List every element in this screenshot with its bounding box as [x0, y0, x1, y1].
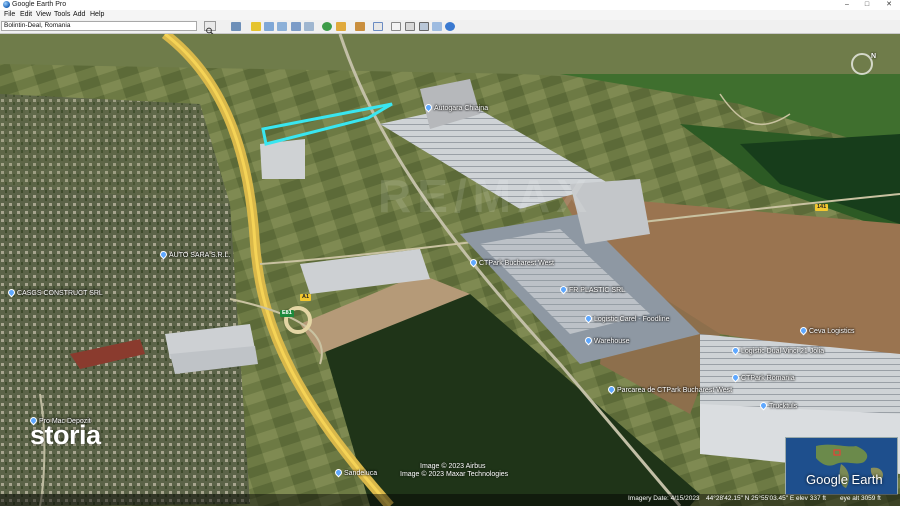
- map-label[interactable]: AUTO SARA S.R.L.: [158, 249, 230, 260]
- toolbar: [0, 20, 900, 35]
- place-pin-icon: [583, 313, 594, 324]
- map-label[interactable]: CTPark Romania: [730, 372, 795, 383]
- placemark-icon[interactable]: [251, 22, 261, 31]
- minimize-button[interactable]: –: [836, 0, 858, 10]
- map-label[interactable]: Logistic Dual Vinci 21 Jolia: [730, 345, 824, 356]
- place-pin-icon: [423, 102, 434, 113]
- road-shield-e81: E81: [280, 310, 294, 317]
- road-shield-a1: A1: [300, 294, 312, 301]
- map-view[interactable]: RE/MAX AUTO SARA S.R.L. CASGS CONSTRUCT …: [0, 34, 900, 506]
- place-pin-icon: [730, 372, 741, 383]
- sign-in-icon[interactable]: [445, 22, 455, 31]
- ruler-icon[interactable]: [373, 22, 383, 31]
- place-pin-icon: [158, 249, 169, 260]
- map-label[interactable]: Autogara Chiajna: [423, 102, 488, 113]
- imagery-date: Imagery Date: 4/15/2023: [628, 495, 700, 502]
- email-icon[interactable]: [391, 22, 401, 31]
- map-label[interactable]: CTPark Bucharest West: [468, 257, 554, 268]
- remax-watermark: RE/MAX: [378, 170, 593, 222]
- map-label[interactable]: FR PLASTIC SRL: [558, 284, 625, 295]
- place-pin-icon: [6, 287, 17, 298]
- map-label[interactable]: Logistic Carel - Foodline: [583, 313, 669, 324]
- google-earth-logo: Google Earth: [806, 472, 883, 487]
- place-pin-icon: [798, 325, 809, 336]
- search-button[interactable]: [204, 21, 216, 35]
- menu-bar: File Edit View Tools Add Help: [0, 10, 900, 20]
- map-label[interactable]: CASGS CONSTRUCT SRL: [6, 287, 103, 298]
- storia-logo: storia: [30, 420, 101, 450]
- planets-icon[interactable]: [355, 22, 365, 31]
- place-pin-icon: [333, 467, 344, 478]
- imagery-credit: Image © 2023 Maxar Technologies: [400, 471, 509, 478]
- compass-ring[interactable]: [851, 53, 873, 75]
- menu-add[interactable]: Add: [73, 10, 85, 20]
- place-pin-icon: [758, 400, 769, 411]
- map-label[interactable]: Sandeluca: [333, 467, 377, 478]
- map-label[interactable]: Ceva Logistics: [798, 325, 855, 336]
- search-input[interactable]: [1, 21, 197, 31]
- image-overlay-icon[interactable]: [291, 22, 301, 31]
- polygon-icon[interactable]: [264, 22, 274, 31]
- road-shield-141: 141: [815, 204, 829, 211]
- place-pin-icon: [606, 384, 617, 395]
- coordinates-readout: 44°28'42.15" N 25°55'03.45" E elev 337 f…: [706, 495, 826, 502]
- maximize-button[interactable]: □: [856, 0, 878, 10]
- menu-view[interactable]: View: [36, 10, 51, 20]
- google-earth-app-icon: [3, 1, 10, 8]
- sidebar-toggle-icon[interactable]: [231, 22, 241, 31]
- window-title: Google Earth Pro: [12, 1, 67, 8]
- close-button[interactable]: ✕: [878, 0, 900, 10]
- place-pin-icon: [583, 335, 594, 346]
- path-icon[interactable]: [277, 22, 287, 31]
- menu-tools[interactable]: Tools: [54, 10, 70, 20]
- map-label[interactable]: Trucktuls: [758, 400, 797, 411]
- record-tour-icon[interactable]: [304, 22, 314, 31]
- place-pin-icon: [730, 345, 741, 356]
- menu-file[interactable]: File: [4, 10, 15, 20]
- eye-altitude: eye alt 3059 ft: [840, 495, 881, 502]
- imagery-credit: Image © 2023 Airbus: [420, 463, 486, 470]
- menu-help[interactable]: Help: [90, 10, 104, 20]
- historical-imagery-icon[interactable]: [322, 22, 332, 31]
- print-icon[interactable]: [405, 22, 415, 31]
- save-image-icon[interactable]: [419, 22, 429, 31]
- sunlight-icon[interactable]: [336, 22, 346, 31]
- compass-north-label: N: [871, 53, 877, 60]
- place-pin-icon: [558, 284, 569, 295]
- map-label[interactable]: Parcarea de CTPark Bucharest West: [606, 384, 732, 395]
- place-pin-icon: [468, 257, 479, 268]
- view-in-maps-icon[interactable]: [432, 22, 442, 31]
- menu-edit[interactable]: Edit: [20, 10, 32, 20]
- map-label[interactable]: Warehouse: [583, 335, 630, 346]
